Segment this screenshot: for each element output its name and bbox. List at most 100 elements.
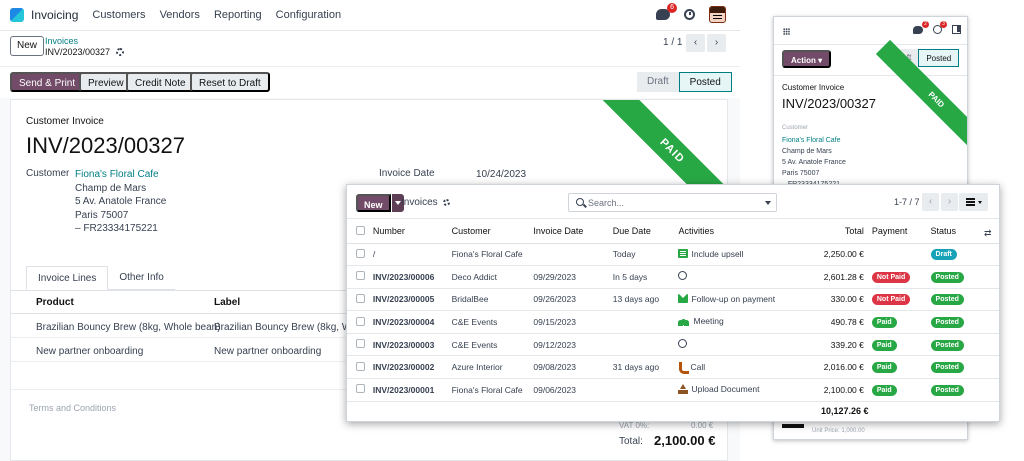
pager-value[interactable]: 1 / 1 <box>663 37 682 48</box>
due-date-cell[interactable]: 13 days ago <box>612 288 679 312</box>
line-product[interactable]: Brazilian Bouncy Brew (8kg, Whole bean) <box>36 322 221 333</box>
row-checkbox[interactable] <box>356 384 365 394</box>
column-total[interactable]: Total <box>823 220 868 244</box>
pager-value[interactable]: 1-7 / 7 <box>894 197 920 207</box>
send-print-button[interactable]: Send & Print <box>10 72 85 92</box>
menu-vendors[interactable]: Vendors <box>160 9 200 21</box>
app-grid-icon[interactable] <box>783 28 790 35</box>
due-date-cell[interactable] <box>612 378 679 402</box>
customer-cell[interactable]: Fiona's Floral Cafe <box>451 243 534 267</box>
search-input[interactable] <box>588 196 758 209</box>
customer-link[interactable]: Fiona's Floral Cafe <box>75 168 166 182</box>
row-checkbox[interactable] <box>356 271 365 281</box>
invoice-date-cell[interactable] <box>533 243 613 267</box>
invoice-date-cell[interactable]: 09/08/2023 <box>533 355 613 380</box>
total-cell[interactable]: 339.20 € <box>823 333 868 357</box>
customer-cell[interactable]: C&E Events <box>451 333 534 357</box>
breadcrumb-invoices-link[interactable]: Invoices <box>45 36 78 46</box>
table-row[interactable]: INV/2023/00004 C&E Events 09/15/2023 Meetin… <box>347 310 999 334</box>
menu-customers[interactable]: Customers <box>92 9 145 21</box>
customer-link[interactable]: Fiona's Floral Cafe <box>782 135 846 146</box>
reset-to-draft-button[interactable]: Reset to Draft <box>190 72 270 92</box>
column-activities[interactable]: Activities <box>678 220 824 244</box>
app-name[interactable]: Invoicing <box>31 8 78 22</box>
invoice-number-cell[interactable]: INV/2023/00006 <box>372 265 452 289</box>
due-date-cell[interactable]: 31 days ago <box>612 355 679 380</box>
row-checkbox[interactable] <box>356 293 365 303</box>
activity-cell[interactable] <box>678 339 688 349</box>
invoice-number-cell[interactable]: INV/2023/00005 <box>372 288 452 312</box>
select-all-checkbox[interactable] <box>356 225 365 235</box>
action-dropdown-button[interactable]: Action ▾ <box>782 50 832 68</box>
terms-conditions-field[interactable]: Terms and Conditions <box>29 403 116 413</box>
pager-prev-icon[interactable]: ‹ <box>686 34 705 52</box>
search-options-caret-icon[interactable] <box>765 201 771 205</box>
customer-cell[interactable]: Fiona's Floral Cafe <box>451 378 534 402</box>
column-options-icon[interactable]: ⇄ <box>984 228 992 239</box>
invoicing-app-icon[interactable] <box>10 8 24 22</box>
gear-icon[interactable] <box>442 199 450 206</box>
due-date-cell[interactable] <box>612 333 679 357</box>
pager-next-icon[interactable]: › <box>707 34 726 52</box>
total-cell[interactable]: 330.00 € <box>823 288 868 312</box>
gear-icon[interactable] <box>116 48 125 56</box>
table-row[interactable]: INV/2023/00001 Fiona's Floral Cafe 09/06/2… <box>347 378 999 402</box>
invoice-number-cell[interactable]: INV/2023/00001 <box>372 378 452 402</box>
activity-cell[interactable]: Meeting <box>678 316 724 326</box>
column-invoice-date[interactable]: Invoice Date <box>533 220 613 244</box>
status-draft[interactable]: Draft <box>637 72 679 92</box>
table-row[interactable]: / Fiona's Floral Cafe Today Include upsell 2… <box>347 243 999 267</box>
invoice-date-cell[interactable]: 09/12/2023 <box>533 333 613 357</box>
total-cell[interactable]: 2,016.00 € <box>823 355 868 380</box>
chat-icon[interactable]: 2 <box>913 20 929 34</box>
user-avatar[interactable] <box>709 6 726 23</box>
row-checkbox[interactable] <box>356 316 365 326</box>
activity-cell[interactable]: Include upsell <box>678 249 743 259</box>
line-label[interactable]: New partner onboarding <box>214 346 321 357</box>
invoice-number-cell[interactable]: / <box>372 243 452 267</box>
status-posted[interactable]: Posted <box>918 49 960 67</box>
activity-cell[interactable]: Follow-up on payment <box>678 294 775 304</box>
column-payment[interactable]: Payment <box>867 220 931 244</box>
total-cell[interactable]: 2,250.00 € <box>823 243 868 267</box>
column-customer[interactable]: Customer <box>451 220 534 244</box>
row-checkbox[interactable] <box>356 361 365 371</box>
due-date-cell[interactable]: Today <box>612 243 679 267</box>
invoice-number-cell[interactable]: INV/2023/00002 <box>372 355 452 380</box>
customer-cell[interactable]: Deco Addict <box>451 265 534 289</box>
invoice-date-field[interactable]: 10/24/2023 <box>476 168 526 182</box>
menu-reporting[interactable]: Reporting <box>214 9 262 21</box>
invoice-number-cell[interactable]: INV/2023/00003 <box>372 333 452 357</box>
invoice-date-cell[interactable]: 09/06/2023 <box>533 378 613 402</box>
status-posted[interactable]: Posted <box>678 72 732 92</box>
customer-cell[interactable]: Azure Interior <box>451 355 534 380</box>
preview-button[interactable]: Preview <box>79 72 133 92</box>
customer-cell[interactable]: BridalBee <box>451 288 534 312</box>
activity-cell[interactable]: Upload Document <box>678 383 760 394</box>
activity-cell[interactable]: Call <box>678 362 705 375</box>
view-switcher[interactable] <box>959 193 988 211</box>
side-panel-icon[interactable] <box>952 25 961 34</box>
column-number[interactable]: Number <box>372 220 452 244</box>
tab-other-info[interactable]: Other Info <box>108 266 175 290</box>
invoice-date-cell[interactable]: 09/15/2023 <box>533 310 613 334</box>
pager-next-icon[interactable]: › <box>941 193 958 211</box>
credit-note-button[interactable]: Credit Note <box>126 72 195 92</box>
activity-clock-icon[interactable] <box>684 9 695 20</box>
invoice-date-cell[interactable]: 09/26/2023 <box>533 288 613 312</box>
customer-cell[interactable]: C&E Events <box>451 310 534 334</box>
table-row[interactable]: INV/2023/00003 C&E Events 09/12/2023 339.20… <box>347 333 999 357</box>
row-checkbox[interactable] <box>356 248 365 258</box>
total-cell[interactable]: 2,601.28 € <box>823 265 868 289</box>
total-cell[interactable]: 490.78 € <box>823 310 868 334</box>
line-product[interactable]: New partner onboarding <box>36 346 143 357</box>
chat-icon[interactable]: 6 <box>656 3 677 20</box>
new-button[interactable]: New <box>10 36 45 56</box>
invoice-number-cell[interactable]: INV/2023/00004 <box>372 310 452 334</box>
table-row[interactable]: INV/2023/00005 BridalBee 09/26/2023 13 days… <box>347 288 999 312</box>
due-date-cell[interactable]: In 5 days <box>612 265 679 289</box>
menu-configuration[interactable]: Configuration <box>276 9 341 21</box>
tab-invoice-lines[interactable]: Invoice Lines <box>26 266 109 290</box>
new-button[interactable]: New <box>356 194 391 212</box>
total-cell[interactable]: 2,100.00 € <box>823 378 868 402</box>
